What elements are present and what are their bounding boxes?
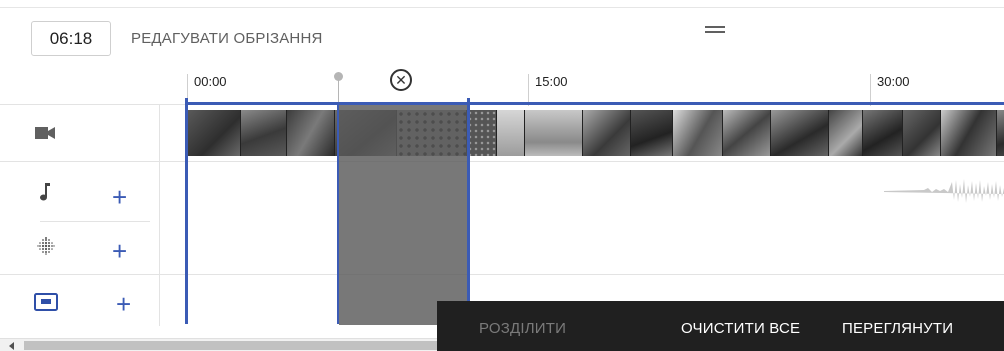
scrollbar-thumb[interactable]: [24, 341, 437, 350]
clear-all-button[interactable]: ОЧИСТИТИ ВСЕ: [681, 320, 800, 337]
current-time-field[interactable]: 06:18: [31, 21, 111, 56]
cut-left-edge[interactable]: [337, 102, 339, 324]
music-note-icon: [37, 181, 53, 203]
video-camera-icon: [35, 124, 55, 142]
preview-button[interactable]: ПЕРЕГЛЯНУТИ: [842, 320, 953, 337]
cut-right-edge[interactable]: [467, 98, 470, 303]
add-audio-button[interactable]: +: [112, 184, 127, 210]
add-end-screen-button[interactable]: +: [116, 291, 131, 317]
split-button[interactable]: РОЗДІЛИТИ: [479, 320, 566, 337]
blur-dots-icon: [36, 236, 56, 256]
cut-start-handle[interactable]: [334, 72, 343, 81]
drag-handle-icon[interactable]: [705, 26, 725, 34]
video-filmstrip[interactable]: [187, 110, 1004, 156]
close-circle-icon[interactable]: ✕: [390, 69, 412, 91]
edit-trim-button[interactable]: РЕДАГУВАТИ ОБРІЗАННЯ: [131, 30, 323, 47]
add-blur-button[interactable]: +: [112, 238, 127, 264]
trim-top-border: [185, 102, 1004, 105]
trim-start-handle[interactable]: [185, 98, 188, 324]
horizontal-scrollbar[interactable]: [0, 338, 437, 351]
cut-toolbar: РОЗДІЛИТИ ОЧИСТИТИ ВСЕ ПЕРЕГЛЯНУТИ: [437, 301, 1004, 351]
audio-waveform: [884, 179, 1004, 203]
cut-region[interactable]: [339, 104, 469, 325]
scroll-left-icon[interactable]: [9, 342, 14, 350]
top-divider: [0, 0, 1004, 8]
timeline-ruler[interactable]: 00:00 15:00 30:00: [0, 64, 1004, 106]
end-screen-icon: [34, 292, 58, 312]
